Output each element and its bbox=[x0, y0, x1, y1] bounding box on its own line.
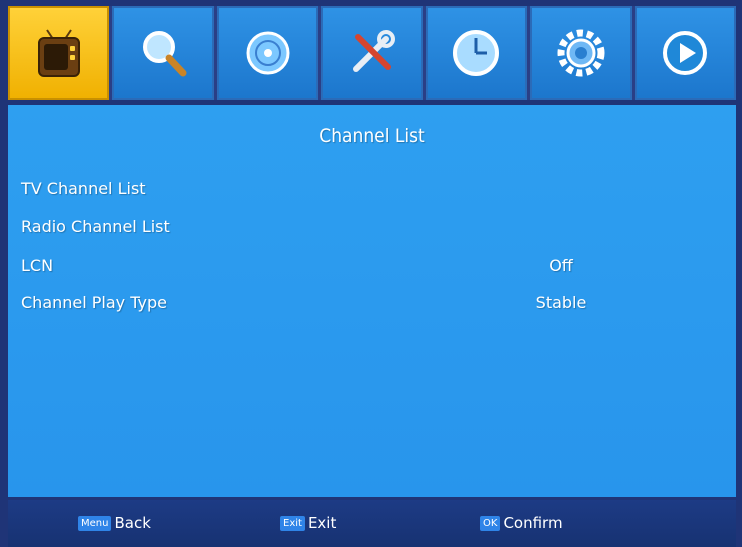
menu-item-label: TV Channel List bbox=[21, 178, 146, 198]
hint-exit[interactable]: Exit Exit bbox=[280, 514, 336, 532]
hint-label: Back bbox=[114, 514, 151, 532]
menu-item-label: Radio Channel List bbox=[21, 216, 170, 236]
menu-item-tv-channel-list[interactable]: TV Channel List bbox=[21, 173, 721, 203]
clock-icon bbox=[453, 30, 500, 76]
menu-item-radio-channel-list[interactable]: Radio Channel List bbox=[21, 211, 721, 241]
menu-tile-tools[interactable] bbox=[321, 6, 423, 100]
hint-back[interactable]: Menu Back bbox=[78, 514, 151, 532]
channel-list-panel: Channel List TV Channel List Radio Chann… bbox=[8, 105, 736, 497]
tools-icon bbox=[352, 30, 395, 72]
hint-confirm[interactable]: OK Confirm bbox=[480, 514, 563, 532]
menu-item-channel-play-type[interactable]: Channel Play Type Stable bbox=[21, 287, 721, 317]
channel-play-type-value: Stable bbox=[535, 292, 587, 312]
ok-key-badge: OK bbox=[480, 515, 501, 531]
disc-icon bbox=[246, 31, 290, 75]
menu-item-label: LCN bbox=[21, 255, 54, 275]
main-menu-bar bbox=[8, 6, 736, 100]
menu-item-lcn[interactable]: LCN Off bbox=[21, 250, 721, 280]
screen: Channel List TV Channel List Radio Chann… bbox=[0, 0, 742, 547]
play-icon bbox=[663, 31, 708, 75]
hint-label: Confirm bbox=[503, 514, 563, 532]
search-icon bbox=[143, 31, 187, 77]
footer-hint-bar: Menu Back Exit Exit OK Confirm bbox=[8, 500, 736, 547]
menu-tile-channel[interactable] bbox=[8, 6, 110, 100]
menu-tile-search[interactable] bbox=[112, 6, 214, 100]
tv-icon bbox=[37, 29, 80, 77]
menu-tile-time[interactable] bbox=[425, 6, 528, 100]
page-title: Channel List bbox=[319, 125, 425, 147]
menu-item-label: Channel Play Type bbox=[21, 292, 167, 312]
lcn-value: Off bbox=[549, 255, 573, 275]
menu-tile-player[interactable] bbox=[634, 6, 736, 100]
exit-key-badge: Exit bbox=[280, 515, 305, 531]
menu-tile-media[interactable] bbox=[216, 6, 319, 100]
hint-label: Exit bbox=[307, 514, 337, 532]
gear-icon bbox=[557, 29, 605, 77]
menu-key-badge: Menu bbox=[78, 515, 112, 531]
menu-tile-settings[interactable] bbox=[530, 6, 632, 100]
